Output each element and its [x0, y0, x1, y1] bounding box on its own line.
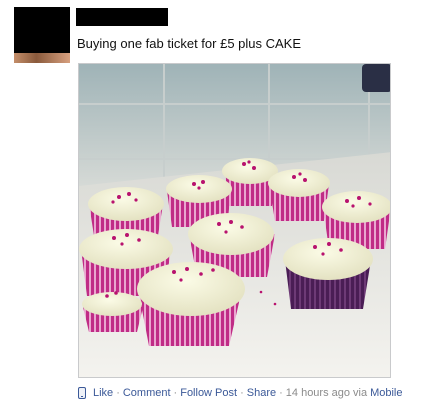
like-link[interactable]: Like — [93, 387, 113, 399]
share-link[interactable]: Share — [247, 387, 276, 399]
separator: · — [240, 387, 244, 399]
follow-post-link[interactable]: Follow Post — [180, 387, 237, 399]
cupcake — [268, 169, 330, 221]
cupcake — [283, 238, 373, 309]
separator: · — [279, 387, 283, 399]
cupcakes-photo — [79, 64, 390, 377]
avatar-photo-edge — [14, 53, 70, 63]
post-photo[interactable] — [78, 63, 391, 378]
via-prefix: via — [353, 387, 368, 399]
post-action-bar: Like · Comment · Follow Post · Share · 1… — [78, 387, 402, 399]
author-name-redacted[interactable] — [76, 8, 168, 26]
avatar[interactable] — [14, 7, 70, 63]
post-text: Buying one fab ticket for £5 plus CAKE — [77, 36, 302, 51]
cupcake — [137, 262, 245, 346]
separator: · — [116, 387, 120, 399]
cupcake — [82, 292, 143, 332]
feed-post: Buying one fab ticket for £5 plus CAKE L… — [0, 0, 444, 420]
comment-link[interactable]: Comment — [123, 387, 171, 399]
separator: · — [173, 387, 178, 399]
mobile-phone-icon — [78, 387, 86, 399]
post-timestamp[interactable]: 14 hours ago — [286, 387, 350, 399]
via-mobile-link[interactable]: Mobile — [370, 387, 402, 399]
